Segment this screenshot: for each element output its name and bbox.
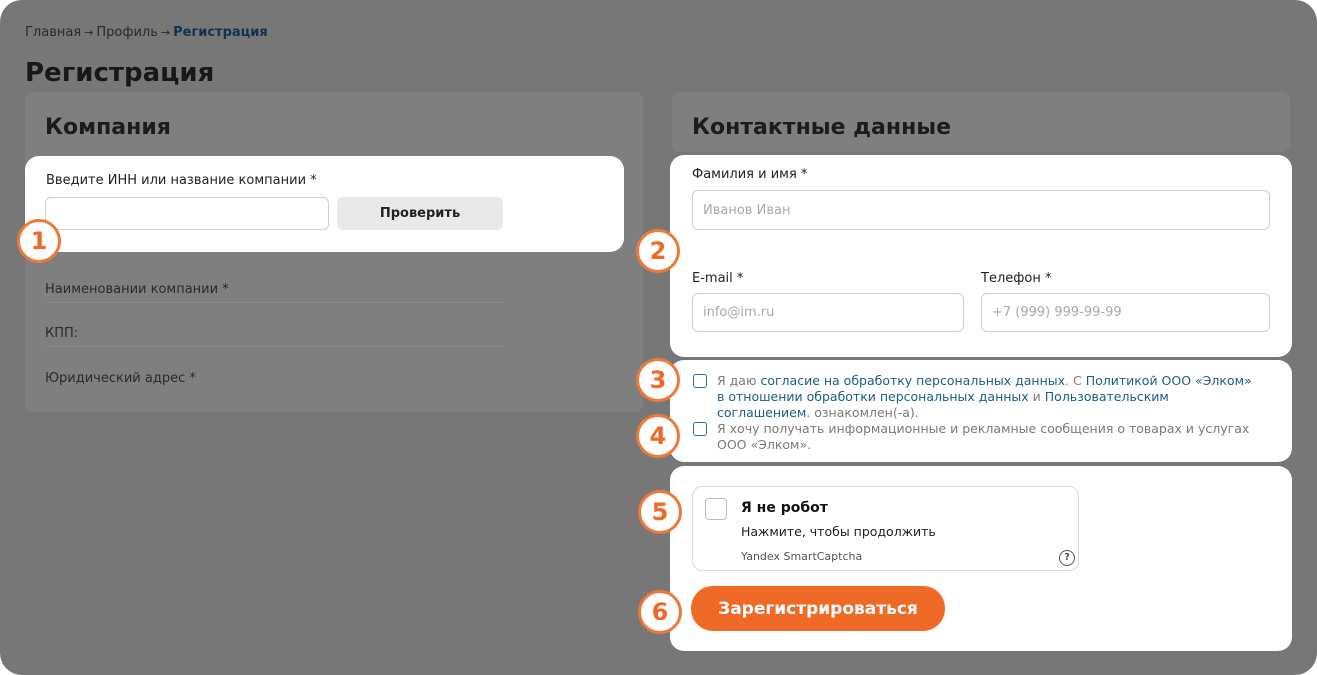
- step-marker-4: 4: [636, 414, 680, 458]
- company-heading: Компания: [45, 115, 171, 140]
- legal-address-label: Юридический адрес *: [45, 371, 196, 386]
- company-card: [25, 92, 643, 412]
- consent-checkbox[interactable]: [693, 374, 707, 388]
- step-marker-5: 5: [638, 490, 682, 534]
- consent-processing-link[interactable]: согласие на обработку персональных данны…: [760, 373, 1065, 388]
- step-marker-6: 6: [638, 590, 682, 634]
- company-name-label: Наименовании компании *: [45, 282, 229, 297]
- step-marker-3: 3: [636, 358, 680, 402]
- consent-text-part: . С: [1065, 373, 1086, 388]
- captcha-brand: Yandex SmartCaptcha: [741, 550, 863, 563]
- page-overlay: Главная → Профиль → Регистрация Регистрация …: [0, 0, 1317, 675]
- breadcrumb-current: Регистрация: [173, 25, 268, 40]
- email-input[interactable]: [692, 293, 964, 332]
- contacts-heading: Контактные данные: [692, 115, 952, 140]
- legal-address-field: Юридический адрес *: [45, 371, 503, 391]
- breadcrumb-home[interactable]: Главная: [25, 25, 81, 40]
- inn-label: Введите ИНН или название компании *: [46, 173, 317, 188]
- phone-label: Телефон *: [981, 271, 1052, 286]
- captcha-checkbox[interactable]: [705, 498, 727, 520]
- consent-text-part: Я даю: [717, 373, 761, 388]
- phone-input[interactable]: [981, 293, 1270, 332]
- step-marker-1: 1: [17, 219, 61, 263]
- help-icon[interactable]: ?: [1059, 550, 1075, 566]
- marketing-text: Я хочу получать информационные и рекламн…: [717, 421, 1250, 452]
- step-marker-2: 2: [636, 229, 680, 273]
- consent-text-part: и: [1028, 389, 1045, 404]
- breadcrumb-separator: →: [160, 26, 171, 39]
- breadcrumb: Главная → Профиль → Регистрация: [25, 25, 268, 40]
- captcha-title: Я не робот: [741, 500, 828, 516]
- page-title: Регистрация: [25, 58, 215, 88]
- kpp-label: КПП:: [45, 326, 79, 341]
- breadcrumb-separator: →: [84, 26, 94, 39]
- check-button[interactable]: Проверить: [337, 197, 503, 230]
- register-button[interactable]: Зарегистрироваться: [691, 586, 945, 631]
- kpp-field: КПП:: [45, 326, 503, 347]
- consent-text: Я даю согласие на обработку персональных…: [717, 373, 1257, 421]
- email-label: E-mail *: [692, 271, 744, 286]
- marketing-checkbox[interactable]: [693, 422, 707, 436]
- fullname-label: Фамилия и имя *: [692, 167, 808, 182]
- consent-text-part: . ознакомлен(-а).: [806, 405, 919, 420]
- captcha-subtitle: Нажмите, чтобы продолжить: [741, 524, 936, 539]
- fullname-input[interactable]: [692, 190, 1270, 230]
- company-name-field: Наименовании компании *: [45, 282, 503, 303]
- breadcrumb-profile[interactable]: Профиль: [96, 25, 158, 40]
- inn-input[interactable]: [45, 197, 329, 230]
